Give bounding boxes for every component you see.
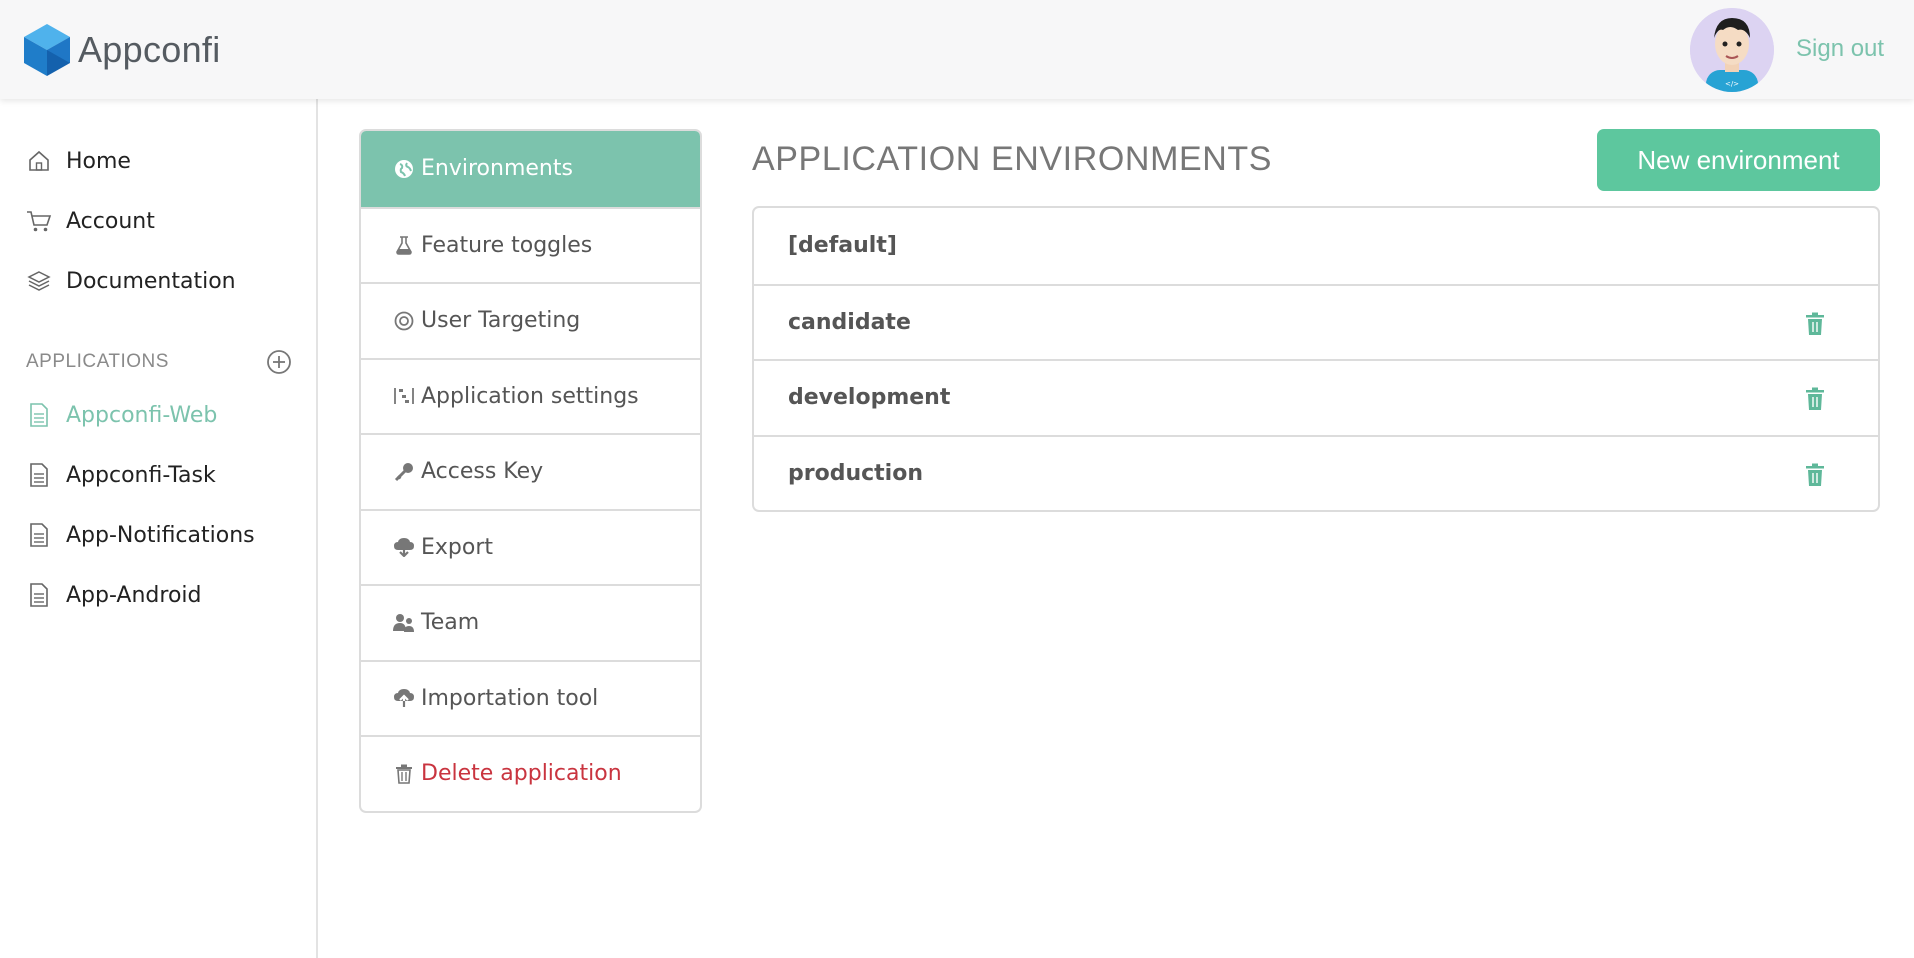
menu-item-export[interactable]: Export — [361, 508, 700, 585]
cart-icon — [26, 208, 52, 234]
menu-item-label: Feature toggles — [421, 232, 593, 258]
document-icon — [26, 402, 52, 428]
home-icon — [26, 148, 52, 174]
environment-row-candidate[interactable]: candidate — [754, 283, 1878, 360]
new-environment-button[interactable]: New environment — [1597, 129, 1880, 191]
environment-row-production[interactable]: production — [754, 434, 1878, 511]
cloud-upload-icon — [393, 687, 415, 709]
menu-item-label: Export — [421, 534, 494, 560]
sidebar-item-app-appconfi-web[interactable]: Appconfi-Web — [26, 395, 217, 435]
application-settings-menu: Environments Feature toggles User Target… — [359, 129, 702, 813]
menu-item-environments[interactable]: Environments — [361, 131, 700, 207]
applications-section-title: APPLICATIONS — [26, 351, 169, 372]
menu-item-label: Importation tool — [421, 685, 599, 711]
delete-environment-button[interactable] — [1802, 310, 1828, 338]
avatar[interactable]: </> — [1690, 8, 1774, 92]
environment-row-development[interactable]: development — [754, 359, 1878, 435]
menu-item-label: Environments — [421, 156, 573, 182]
sign-out-link[interactable]: Sign out — [1796, 35, 1884, 63]
environment-name: [default] — [788, 233, 897, 259]
document-icon — [26, 582, 52, 608]
sidebar-item-label: App-Notifications — [66, 522, 255, 548]
layers-icon — [26, 268, 52, 294]
team-icon — [393, 612, 415, 634]
add-application-button[interactable] — [266, 349, 292, 375]
menu-item-label: Access Key — [421, 459, 544, 485]
sidebar-item-account[interactable]: Account — [26, 201, 155, 241]
menu-item-team[interactable]: Team — [361, 584, 700, 660]
environment-name: production — [788, 460, 923, 486]
menu-item-delete-application[interactable]: Delete application — [361, 735, 700, 811]
plus-circle-icon — [267, 350, 291, 374]
sliders-icon — [393, 385, 415, 407]
sidebar-item-app-appconfi-task[interactable]: Appconfi-Task — [26, 455, 216, 495]
sidebar-item-home[interactable]: Home — [26, 141, 131, 181]
menu-item-label: Delete application — [421, 761, 622, 787]
app-name: Appconfi — [78, 29, 221, 70]
avatar-image: </> — [1690, 8, 1774, 92]
menu-item-application-settings[interactable]: Application settings — [361, 357, 700, 434]
sidebar-item-label: Account — [66, 208, 155, 234]
sidebar-item-app-app-notifications[interactable]: App-Notifications — [26, 515, 255, 555]
menu-item-feature-toggles[interactable]: Feature toggles — [361, 206, 700, 283]
sidebar-item-label: Appconfi-Task — [66, 462, 216, 488]
environment-row-default[interactable]: [default] — [754, 208, 1878, 284]
sidebar-item-label: Home — [66, 148, 131, 174]
menu-item-user-targeting[interactable]: User Targeting — [361, 282, 700, 358]
trash-icon — [1806, 387, 1824, 410]
menu-item-importation-tool[interactable]: Importation tool — [361, 659, 700, 736]
logo-cube-icon — [24, 24, 70, 76]
document-icon — [26, 522, 52, 548]
delete-environment-button[interactable] — [1802, 385, 1828, 413]
cloud-download-icon — [393, 536, 415, 558]
sidebar-item-app-app-android[interactable]: App-Android — [26, 575, 202, 615]
globe-icon — [393, 158, 415, 180]
sidebar-item-documentation[interactable]: Documentation — [26, 261, 236, 301]
document-icon — [26, 462, 52, 488]
menu-item-label: User Targeting — [421, 308, 581, 334]
svg-text:</>: </> — [1725, 80, 1739, 88]
menu-item-label: Team — [421, 610, 480, 636]
top-bar: Appconfi </> Sign out — [0, 0, 1914, 99]
sidebar-item-label: App-Android — [66, 582, 202, 608]
menu-item-label: Application settings — [421, 383, 639, 409]
environment-name: development — [788, 385, 951, 411]
page-title: APPLICATION ENVIRONMENTS — [752, 140, 1273, 178]
target-icon — [393, 310, 415, 332]
sidebar: Home Account Documentation APPLICATIONS … — [0, 99, 318, 958]
key-icon — [393, 461, 415, 483]
environment-name: candidate — [788, 309, 911, 335]
delete-environment-button[interactable] — [1802, 461, 1828, 489]
flask-icon — [393, 234, 415, 256]
logo[interactable]: Appconfi — [22, 22, 221, 78]
sidebar-item-label: Appconfi-Web — [66, 402, 218, 428]
trash-icon — [1806, 312, 1824, 335]
environment-list: [default] candidate development producti… — [752, 206, 1880, 512]
menu-item-access-key[interactable]: Access Key — [361, 433, 700, 509]
sidebar-item-label: Documentation — [66, 268, 236, 294]
trash-icon — [1806, 463, 1824, 486]
trash-icon — [393, 763, 415, 785]
